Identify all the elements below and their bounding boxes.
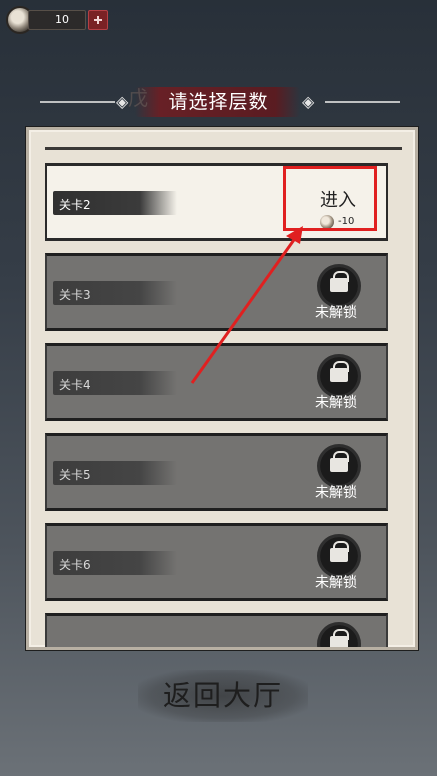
highlight-box xyxy=(283,166,377,231)
header: ◈ ◈ 戊 请选择层数 xyxy=(0,82,437,122)
currency-bar: 10 xyxy=(6,6,108,34)
add-coins-button[interactable] xyxy=(88,10,108,30)
level-card-6[interactable]: 关卡6 未解锁 xyxy=(45,523,388,601)
locked-status: 未解锁 xyxy=(315,395,357,411)
panel-top-bar xyxy=(45,147,402,150)
back-to-lobby-button[interactable]: 返回大厅 xyxy=(138,670,308,722)
level-card-3[interactable]: 关卡3 未解锁 xyxy=(45,253,388,331)
locked-status: 未解锁 xyxy=(315,485,357,501)
locked-status: 未解锁 xyxy=(315,305,357,321)
level-card-4[interactable]: 关卡4 未解锁 xyxy=(45,343,388,421)
lock-icon xyxy=(317,622,361,647)
locked-status: 未解锁 xyxy=(315,575,357,591)
level-label: 关卡5 xyxy=(59,468,91,482)
level-card-5[interactable]: 关卡5 未解锁 xyxy=(45,433,388,511)
level-card-partial[interactable] xyxy=(45,613,388,647)
page-title: 请选择层数 xyxy=(168,91,269,113)
level-label: 关卡6 xyxy=(59,558,91,572)
level-label: 关卡2 xyxy=(59,198,91,212)
level-label: 关卡4 xyxy=(59,378,91,392)
level-label: 关卡3 xyxy=(59,288,91,302)
coin-count: 10 xyxy=(28,10,86,30)
